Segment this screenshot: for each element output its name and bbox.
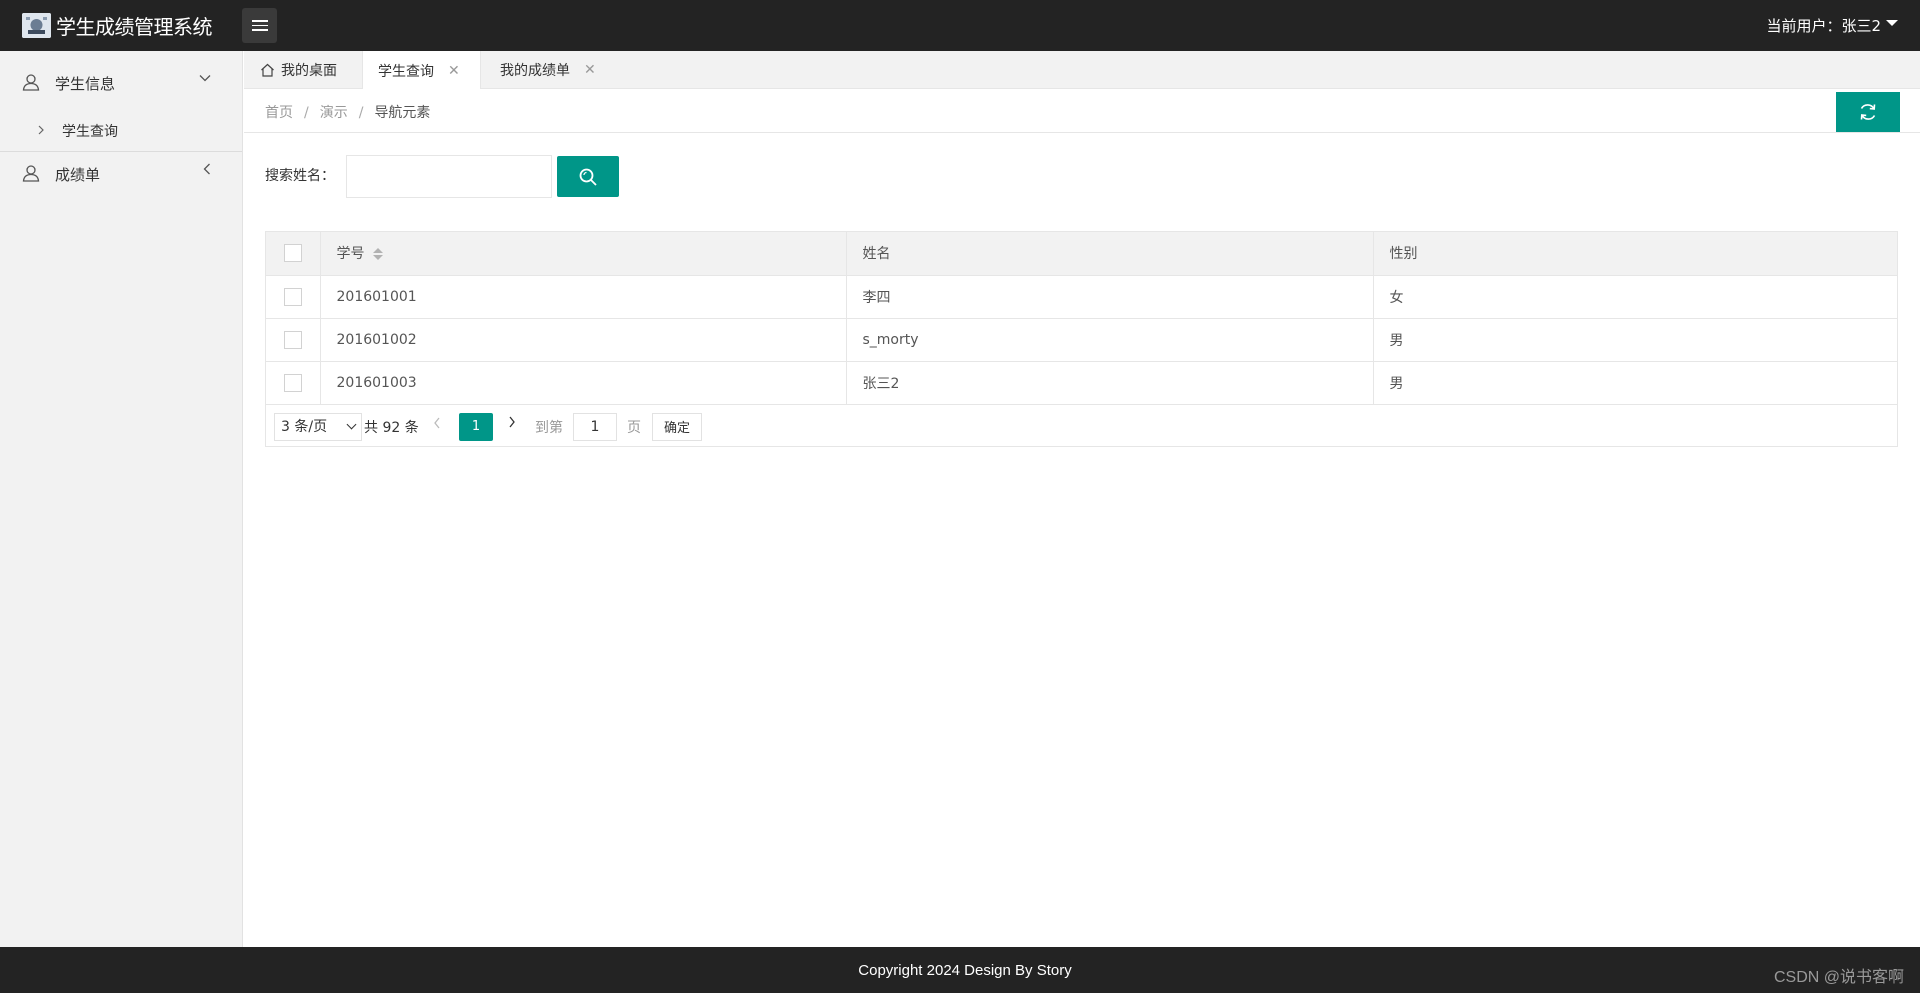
close-icon[interactable]: ✕ xyxy=(448,63,460,79)
logo-icon xyxy=(22,13,51,38)
watermark-text: CSDN @说书客啊 xyxy=(1773,969,1904,986)
search-button[interactable] xyxy=(557,156,619,197)
table-row: 201601001 李四 女 xyxy=(266,275,1897,319)
chevron-down-icon xyxy=(198,71,212,89)
current-user[interactable]: 当前用户：张三2 xyxy=(1766,15,1881,36)
breadcrumb-separator: / xyxy=(304,105,309,121)
sidebar: 学生信息 学生查询 成绩单 xyxy=(0,51,243,947)
close-icon[interactable]: ✕ xyxy=(584,62,596,78)
search-icon xyxy=(578,167,598,187)
breadcrumb-separator: / xyxy=(358,105,364,121)
sidebar-group-report-card[interactable]: 成绩单 xyxy=(0,152,242,197)
cell-gender: 男 xyxy=(1373,361,1897,405)
select-all-checkbox[interactable] xyxy=(283,244,302,263)
refresh-button[interactable] xyxy=(1836,92,1900,132)
table-header-row: 学号 姓名 性别 xyxy=(266,232,1897,276)
sidebar-group-label: 学生信息 xyxy=(55,75,116,93)
tab-student-query[interactable]: 学生查询 ✕ xyxy=(362,51,481,90)
pagination: 3 条/页 共 92 条 1 到第 1 页 确定 xyxy=(266,405,1897,448)
app-title: 学生成绩管理系统 xyxy=(56,15,213,39)
menu-icon-line xyxy=(252,29,268,31)
sidebar-item-student-query[interactable]: 学生查询 xyxy=(0,111,242,151)
table-row: 201601002 s_morty 男 xyxy=(266,318,1897,362)
breadcrumb-home[interactable]: 首页 xyxy=(265,105,293,121)
page-size-value: 3 条/页 xyxy=(281,418,328,435)
column-header-gender: 性别 xyxy=(1373,232,1897,276)
page-size-select[interactable]: 3 条/页 xyxy=(274,412,362,441)
student-table: 学号 姓名 性别 201601001 李四 女 201601002 s_mort… xyxy=(265,231,1898,447)
breadcrumb-demo[interactable]: 演示 xyxy=(320,105,348,121)
user-icon xyxy=(22,164,40,186)
copyright-text: Copyright 2024 Design By Story xyxy=(858,962,1072,979)
cell-name: 张三2 xyxy=(846,361,1374,405)
breadcrumb-bar: 首页 / 演示 / 导航元素 xyxy=(244,89,1920,133)
tab-label: 我的桌面 xyxy=(281,63,337,79)
sidebar-item-label: 学生查询 xyxy=(62,124,118,140)
footer: Copyright 2024 Design By Story CSDN @说书客… xyxy=(0,947,1920,993)
total-count: 共 92 条 xyxy=(364,419,419,436)
column-header-label: 学号 xyxy=(336,246,365,263)
cell-id: 201601002 xyxy=(320,318,847,362)
cell-name: 李四 xyxy=(846,275,1374,319)
sort-icon[interactable] xyxy=(372,247,383,261)
current-page-button[interactable]: 1 xyxy=(459,412,493,441)
cell-id: 201601001 xyxy=(320,275,847,319)
cell-gender: 男 xyxy=(1373,318,1897,362)
page-unit-label: 页 xyxy=(627,419,641,436)
menu-toggle-button[interactable] xyxy=(242,8,277,43)
chevron-down-icon xyxy=(346,419,357,429)
search-label: 搜索姓名： xyxy=(265,168,335,184)
table-row: 201601003 张三2 男 xyxy=(266,361,1897,405)
home-icon xyxy=(260,63,275,77)
cell-gender: 女 xyxy=(1373,275,1897,319)
caret-down-icon[interactable] xyxy=(1886,20,1898,26)
search-name-input[interactable] xyxy=(346,155,552,198)
cell-id: 201601003 xyxy=(320,361,847,405)
tab-label: 我的成绩单 xyxy=(500,63,570,79)
tab-my-desktop[interactable]: 我的桌面 xyxy=(260,51,342,89)
goto-page-input[interactable]: 1 xyxy=(573,412,617,441)
goto-label: 到第 xyxy=(535,419,563,436)
row-select-cell xyxy=(266,361,321,405)
tab-label: 学生查询 xyxy=(378,63,434,80)
goto-confirm-button[interactable]: 确定 xyxy=(652,412,702,441)
refresh-icon xyxy=(1858,102,1878,122)
top-header: 学生成绩管理系统 当前用户：张三2 xyxy=(0,0,1920,51)
row-select-cell xyxy=(266,318,321,362)
tab-my-report-card[interactable]: 我的成绩单 ✕ xyxy=(500,51,620,89)
chevron-right-icon xyxy=(36,123,46,141)
sidebar-group-label: 成绩单 xyxy=(55,166,101,184)
menu-icon xyxy=(252,20,268,22)
breadcrumb-current: 导航元素 xyxy=(374,105,431,121)
column-header-id[interactable]: 学号 xyxy=(320,232,847,276)
chevron-left-icon xyxy=(200,162,214,180)
row-checkbox[interactable] xyxy=(283,287,302,306)
sidebar-group-student-info[interactable]: 学生信息 xyxy=(0,51,242,111)
prev-page-icon[interactable] xyxy=(432,415,442,434)
row-checkbox[interactable] xyxy=(283,330,302,349)
next-page-icon[interactable] xyxy=(507,414,517,433)
breadcrumb: 首页 / 演示 / 导航元素 xyxy=(265,102,430,122)
row-select-cell xyxy=(266,275,321,319)
user-icon xyxy=(22,73,40,95)
column-header-name: 姓名 xyxy=(846,232,1374,276)
select-all-cell xyxy=(266,232,321,276)
menu-icon-line xyxy=(252,24,268,26)
row-checkbox[interactable] xyxy=(283,373,302,392)
tab-bar: 我的桌面 学生查询 ✕ 我的成绩单 ✕ xyxy=(244,51,1920,90)
cell-name: s_morty xyxy=(846,318,1374,362)
